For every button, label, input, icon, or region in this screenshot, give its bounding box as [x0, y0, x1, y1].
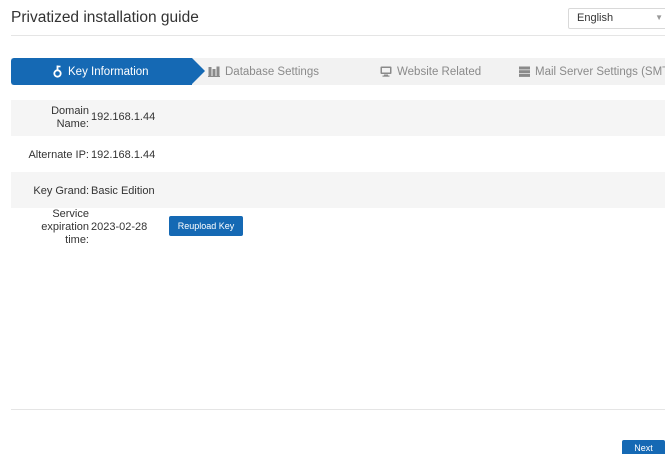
footer-divider — [11, 409, 665, 410]
reupload-key-button[interactable]: Reupload Key — [169, 216, 243, 236]
step-key-information[interactable]: Key Information — [11, 58, 192, 85]
field-row-service-expiration: Service expiration time: 2023-02-28 — [11, 208, 665, 258]
field-row-key-grand: Key Grand: Basic Edition — [11, 172, 665, 208]
page-header: Privatized installation guide English ▼ — [0, 0, 665, 35]
database-icon — [208, 66, 220, 77]
field-value: 2023-02-28 — [91, 221, 148, 233]
step-website-related[interactable]: Website Related — [380, 58, 481, 85]
step-label: Database Settings — [225, 65, 319, 78]
step-mail-server-settings[interactable]: Mail Server Settings (SMTP — [519, 58, 665, 85]
field-row-domain-name: Domain Name: 192.168.1.44 — [11, 100, 665, 136]
field-value: 192.168.1.44 — [91, 149, 156, 161]
language-select[interactable]: English ▼ — [568, 8, 665, 29]
field-label: Service expiration time: — [41, 208, 89, 246]
field-value: 192.168.1.44 — [91, 111, 156, 123]
field-label: Alternate IP: — [28, 149, 89, 161]
language-select-value: English — [577, 12, 614, 24]
next-button[interactable]: Next — [622, 440, 665, 454]
key-icon — [52, 65, 63, 78]
field-label: Key Grand: — [33, 185, 89, 197]
field-row-alternate-ip: Alternate IP: 192.168.1.44 — [11, 136, 665, 172]
step-label: Mail Server Settings (SMTP — [535, 65, 665, 78]
monitor-icon — [380, 66, 392, 77]
step-active-arrow — [192, 58, 205, 84]
page-title: Privatized installation guide — [11, 9, 199, 26]
step-database-settings[interactable]: Database Settings — [208, 58, 319, 85]
step-progress-bar: Key Information Database Settings Websit… — [11, 58, 665, 85]
chevron-down-icon: ▼ — [655, 13, 663, 22]
field-label: Domain Name: — [51, 105, 89, 130]
server-icon — [519, 66, 530, 77]
field-value: Basic Edition — [91, 185, 155, 197]
header-divider — [11, 35, 665, 36]
step-label: Website Related — [397, 65, 482, 78]
step-label: Key Information — [68, 65, 149, 78]
